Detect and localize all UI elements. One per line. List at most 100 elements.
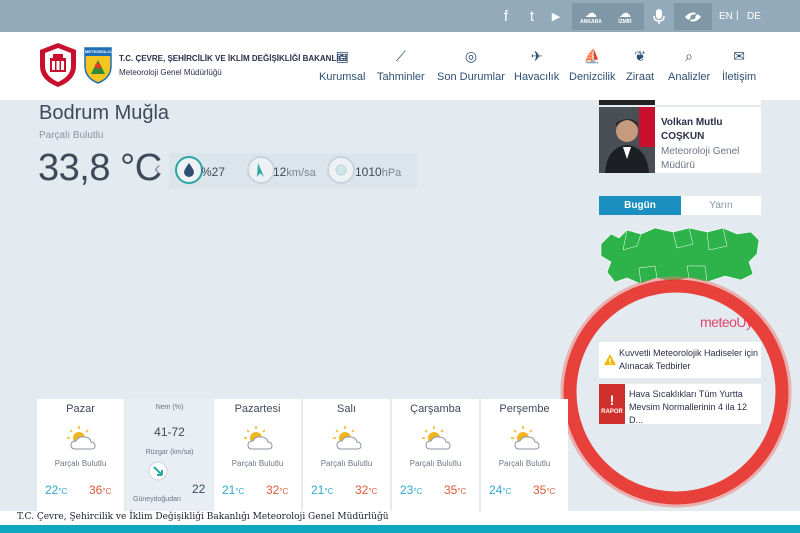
nav-son-durumlar[interactable]: ◎ Son Durumlar: [437, 46, 505, 83]
forecast-max-temp: 32°C: [266, 483, 288, 497]
accessibility-button[interactable]: [674, 3, 712, 30]
forecast-max-temp: 36°C: [89, 483, 111, 497]
top-bar: f t ▶ ☁ ANKARA ☁ İZMİR EN | DE: [0, 0, 800, 32]
report-badge-label: RAPOR: [601, 409, 623, 415]
forecast-max-temp: 35°C: [444, 483, 466, 497]
humidity-gauge: [175, 156, 203, 184]
current-condition: Parçalı Bulutlu: [39, 130, 104, 141]
tab-today[interactable]: Bugün: [599, 196, 681, 215]
pressure: 1010hPa: [355, 165, 401, 179]
warning-icon: [604, 354, 616, 365]
director-name-line1: Volkan Mutlu: [661, 117, 723, 128]
director-role-line1: Meteoroloji Genel: [661, 146, 740, 157]
tab-tomorrow[interactable]: Yarın: [681, 196, 761, 215]
report-card[interactable]: ! RAPOR Hava Sıcaklıkları Tüm Yurtta Mev…: [599, 384, 761, 425]
nav-kurumsal[interactable]: ▤ Kurumsal: [319, 46, 365, 83]
language-en[interactable]: EN: [719, 11, 733, 22]
max-temp-value: 32: [266, 483, 280, 497]
chart-icon: ⟋: [395, 48, 406, 64]
youtube-icon[interactable]: ▶: [546, 6, 566, 26]
forecast-day-sali[interactable]: Salı Parçalı Bulutlu 21°C 32°C: [303, 399, 390, 511]
humidity-label: Nem (%): [155, 404, 184, 411]
forecast-max-temp: 32°C: [355, 483, 377, 497]
sailboat-icon: ⛵: [583, 48, 601, 64]
izmir-app-label: İZMİR: [618, 19, 632, 25]
mgm-logo[interactable]: METEOROLOJİ: [83, 44, 114, 84]
min-temp-value: 21: [222, 483, 236, 497]
min-temp-value: 24: [489, 483, 503, 497]
nav-analizler[interactable]: ⌕ Analizler: [668, 46, 710, 83]
forecast-min-temp: 23°C: [400, 483, 422, 497]
forecast-min-temp: 24°C: [489, 483, 511, 497]
airplane-icon: ✈: [530, 48, 543, 64]
forecast-condition: Parçalı Bulutlu: [409, 459, 462, 468]
water-drop-icon: [184, 163, 194, 177]
ankara-app-button[interactable]: ☁ ANKARA: [572, 3, 610, 30]
izmir-app-button[interactable]: ☁ İZMİR: [606, 3, 644, 30]
wind-gauge: [247, 156, 275, 184]
forecast-condition: Parçalı Bulutlu: [54, 459, 107, 468]
nav-label: Ziraat: [626, 71, 655, 83]
forecast-min-temp: 22°C: [45, 483, 67, 497]
temp-unit: °C: [502, 487, 512, 496]
nav-denizcilik[interactable]: ⛵ Denizcilik: [569, 46, 615, 83]
wheat-icon: ❦: [634, 48, 646, 64]
forecast-day-pazartesi[interactable]: Pazartesi Parçalı Bulutlu 21°C 32°C: [214, 399, 301, 511]
envelope-icon: ✉: [733, 48, 745, 64]
ministry-logo[interactable]: [38, 42, 78, 88]
forecast-day-label: Perşembe: [499, 403, 550, 415]
director-role-line2: Müdürü: [661, 160, 695, 171]
exclamation-icon: !: [609, 392, 615, 408]
pressure-unit: hPa: [381, 167, 402, 179]
check-circle-icon: ◎: [464, 48, 478, 64]
temp-unit: °C: [413, 487, 423, 496]
forecast-day-carsamba[interactable]: Çarşamba Parçalı Bulutlu 23°C 35°C: [392, 399, 479, 511]
max-temp-value: 35: [533, 483, 547, 497]
nav-tahminler[interactable]: ⟋ Tahminler: [377, 46, 425, 83]
forecast-day-pazar[interactable]: Pazar Parçalı Bulutlu 22°C 36°C: [37, 399, 124, 511]
wind-unit: km/sa: [286, 167, 316, 179]
min-temp-value: 21: [311, 483, 325, 497]
wind-label: Rüzgar (km/sa): [145, 449, 194, 456]
previous-card-edge: [599, 100, 655, 105]
temp-unit: °C: [279, 487, 289, 496]
meteouyari-logo[interactable]: meteoUy: [700, 314, 753, 330]
nav-ziraat[interactable]: ❦ Ziraat: [626, 46, 654, 83]
report-badge: ! RAPOR: [599, 384, 625, 424]
facebook-icon[interactable]: f: [496, 6, 516, 26]
forecast-min-temp: 21°C: [222, 483, 244, 497]
forecast-day-persembe[interactable]: Perşembe Parçalı Bulutlu 24°C 35°C: [481, 399, 568, 511]
max-temp-value: 32: [355, 483, 369, 497]
nav-label: Analizler: [668, 71, 711, 83]
twitter-icon[interactable]: t: [522, 6, 542, 26]
nav-iletisim[interactable]: ✉ İletişim: [722, 46, 756, 83]
director-photo: [599, 107, 655, 173]
current-metrics: %27 12km/sa 1010hPa: [169, 153, 417, 189]
footer: T.C. Çevre, Şehircilik ve İklim Değişikl…: [0, 511, 800, 525]
partly-cloudy-icon: [244, 426, 273, 450]
org-subtitle: Meteoroloji Genel Müdürlüğü: [119, 68, 222, 77]
temp-unit: °C: [324, 487, 334, 496]
forecast-day-label: Salı: [337, 403, 356, 415]
notice-card[interactable]: Kuvvetli Meteorolojik Hadiseler için Alı…: [599, 342, 761, 378]
nav-label: Kurumsal: [319, 71, 366, 83]
forecast-condition: Parçalı Bulutlu: [231, 459, 284, 468]
notice-text: Kuvvetli Meteorolojik Hadiseler için Alı…: [619, 348, 759, 371]
eye-icon: [685, 10, 701, 23]
microphone-button[interactable]: [640, 3, 678, 30]
language-de[interactable]: DE: [747, 11, 761, 22]
nav-havacilik[interactable]: ✈ Havacılık: [514, 46, 559, 83]
partly-cloudy-icon: [422, 426, 451, 450]
director-name-line2: COŞKUN: [661, 131, 705, 142]
director-card[interactable]: Volkan Mutlu COŞKUN Meteoroloji Genel Mü…: [599, 107, 761, 173]
org-title: T.C. ÇEVRE, ŞEHİRCİLİK VE İKLİM DEĞİŞİKL…: [119, 54, 348, 63]
chevron-left-icon[interactable]: ‹: [154, 158, 161, 181]
max-temp-value: 35: [444, 483, 458, 497]
nav-label: İletişim: [722, 71, 757, 83]
humidity-range: 41-72: [154, 425, 185, 439]
turkey-warning-map[interactable]: [597, 222, 763, 290]
temp-unit: °C: [457, 487, 467, 496]
min-temp-value: 23: [400, 483, 414, 497]
temp-unit: °C: [235, 487, 245, 496]
search-chart-icon: ⌕: [685, 48, 694, 64]
